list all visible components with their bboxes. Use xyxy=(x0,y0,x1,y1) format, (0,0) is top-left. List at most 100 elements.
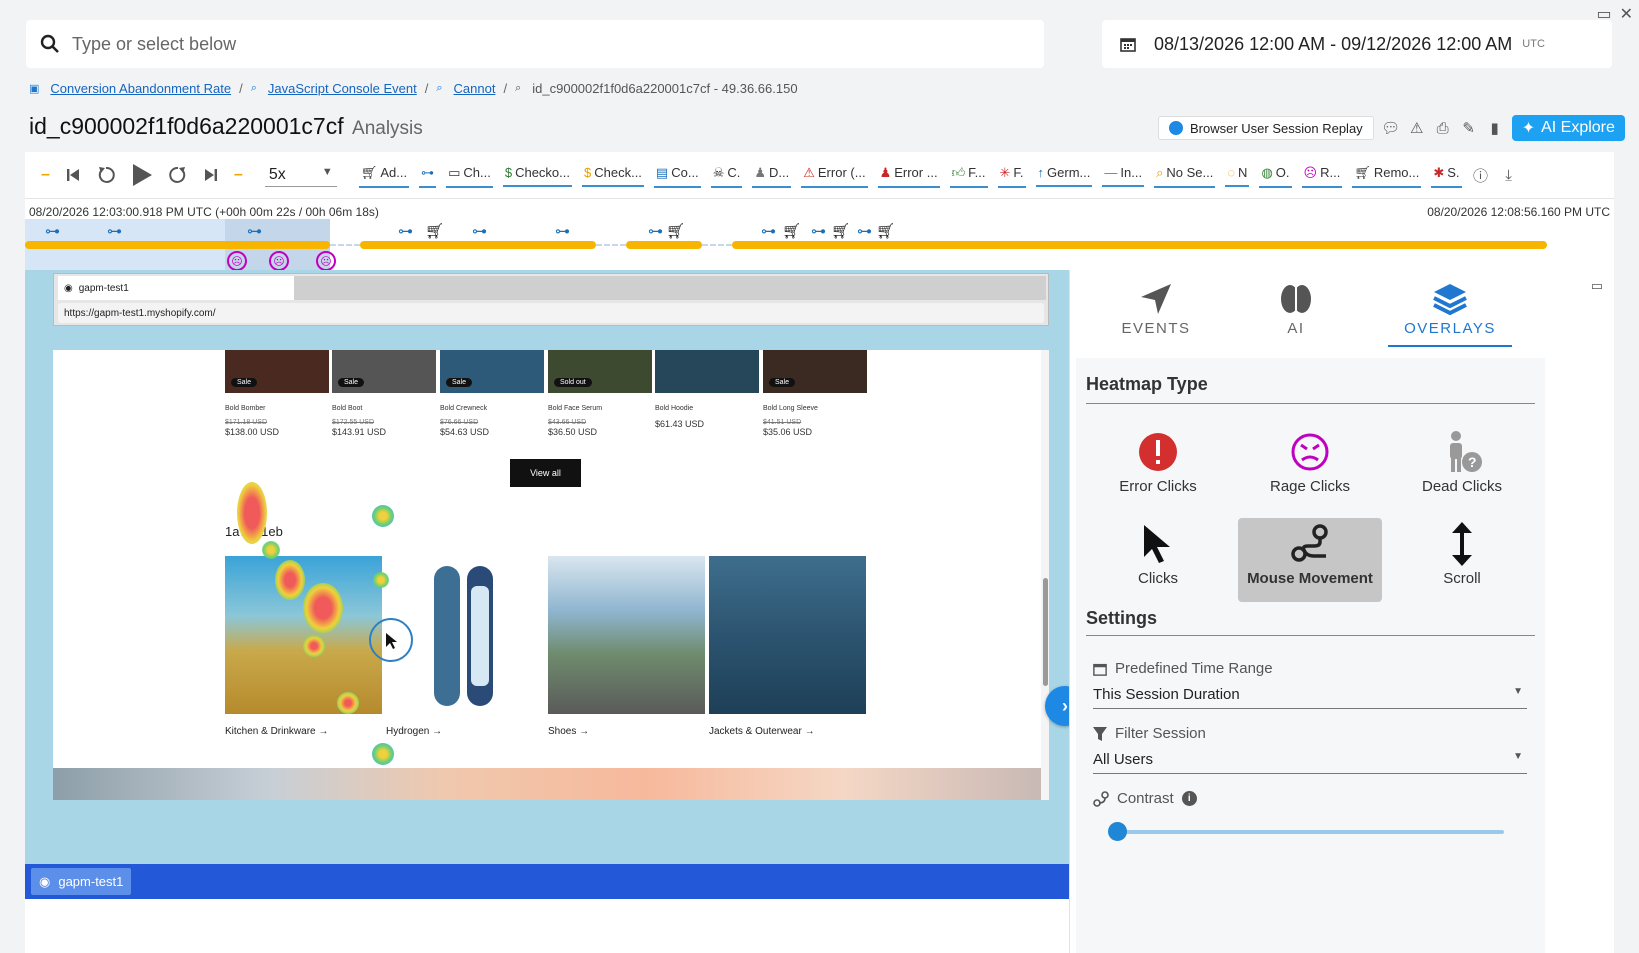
navigation-event-icon[interactable]: ⊶ xyxy=(247,222,262,240)
event-filter-checkout[interactable]: $ Checko... xyxy=(502,163,572,187)
navigation-event-icon[interactable]: ⊶ xyxy=(107,222,122,240)
navigation-event-icon[interactable]: ⊶ xyxy=(648,222,663,240)
cart-event-icon[interactable]: 🛒︎ xyxy=(782,222,801,240)
cart-event-icon[interactable]: 🛒︎ xyxy=(876,222,895,240)
download-icon[interactable]: ⤓ xyxy=(1500,166,1518,184)
browser-session-replay-button[interactable]: Browser User Session Replay xyxy=(1158,116,1374,140)
event-filter-check[interactable]: $ Check... xyxy=(582,163,644,187)
event-filter-add-to-cart[interactable]: 🛒︎ Ad... xyxy=(358,163,410,188)
event-filter-c[interactable]: ☠ C. xyxy=(710,163,743,188)
filter-session-select[interactable]: All Users ▼ xyxy=(1093,751,1527,774)
event-filter-f-b[interactable]: ✳ F. xyxy=(997,163,1026,188)
breadcrumb-item-conversion[interactable]: Conversion Abandonment Rate xyxy=(50,81,231,96)
event-filter-dead[interactable]: ♟ D... xyxy=(752,163,792,188)
step-back-marker[interactable]: – xyxy=(41,166,50,184)
print-icon[interactable]: ⎙ xyxy=(1434,119,1452,137)
event-filter-f-a[interactable]: 👍︎ F... xyxy=(949,163,988,188)
time-range-select[interactable]: This Session Duration ▼ xyxy=(1093,686,1527,709)
product-card: Sale Bold Long Sleeve $41.51 USD $35.06 USD xyxy=(763,350,867,437)
product-badge: Sale xyxy=(231,378,258,387)
event-filter-chat[interactable]: ▭ Ch... xyxy=(446,163,493,188)
tab-events[interactable]: EVENTS xyxy=(1094,278,1218,337)
page-scrollbar[interactable] xyxy=(1041,350,1049,800)
step-forward-marker[interactable]: – xyxy=(234,166,243,184)
product-card: Sold out Bold Face Serum $43.66 USD $36.50 … xyxy=(548,350,652,437)
restart-icon[interactable] xyxy=(96,165,116,185)
event-filter-rage[interactable]: ☹ R... xyxy=(1301,163,1343,188)
navigation-event-icon[interactable]: ⊶ xyxy=(45,222,60,240)
rage-click-icon[interactable]: ☹ xyxy=(227,251,247,271)
contrast-slider-thumb[interactable] xyxy=(1108,822,1127,841)
rage-click-icon[interactable]: ☹ xyxy=(269,251,289,271)
info-icon[interactable]: ⓘ xyxy=(1472,166,1490,185)
timeline-end-time: 08/20/2026 12:08:56.160 PM UTC xyxy=(1427,205,1610,219)
ai-explore-button[interactable]: ✦ AI Explore xyxy=(1511,115,1625,141)
scrollbar-thumb[interactable] xyxy=(1043,578,1048,686)
heatmap-option-error-clicks[interactable]: Error Clicks xyxy=(1086,426,1230,510)
warning-icon[interactable]: ⚠ xyxy=(1408,119,1426,137)
page-tab[interactable]: ◉ gapm-test1 xyxy=(31,868,132,895)
timeline-segment[interactable] xyxy=(626,241,702,249)
replay-viewport[interactable]: ◉ gapm-test1 https://gapm-test1.myshopif… xyxy=(25,270,1069,864)
breadcrumb-item-cannot[interactable]: Cannot xyxy=(454,81,496,96)
minimize-panel-icon[interactable]: ▭ xyxy=(1591,278,1603,294)
event-filter-germ[interactable]: ↑ Germ... xyxy=(1035,163,1093,187)
date-range-picker[interactable]: 08/13/2026 12:00 AM - 09/12/2026 12:00 A… xyxy=(1102,20,1612,68)
edit-icon[interactable]: ✎ xyxy=(1460,119,1478,137)
navigation-event-icon[interactable]: ⊶ xyxy=(398,222,413,240)
navigation-event-icon[interactable]: ⊶ xyxy=(472,222,487,240)
window-restore-icon[interactable]: ▭ xyxy=(1596,4,1611,24)
navigation-event-icon[interactable]: ⊶ xyxy=(857,222,872,240)
tab-overlays[interactable]: OVERLAYS xyxy=(1388,278,1512,347)
heatmap-option-clicks[interactable]: Clicks xyxy=(1086,518,1230,602)
speed-select[interactable]: 5x ▼ xyxy=(264,164,337,187)
heatmap-option-scroll[interactable]: Scroll xyxy=(1390,518,1534,602)
cart-event-icon[interactable]: 🛒︎ xyxy=(831,222,850,240)
event-label: Error (... xyxy=(817,165,866,180)
event-filter-in[interactable]: — In... xyxy=(1102,163,1145,187)
navigation-event-icon[interactable]: ⊶ xyxy=(555,222,570,240)
timeline-start-time: 08/20/2026 12:03:00.918 PM UTC (+00h 00m… xyxy=(29,205,379,219)
skull-icon: ☠ xyxy=(712,164,725,180)
event-filter-s[interactable]: ✱ S. xyxy=(1431,163,1462,188)
event-filter-o[interactable]: ◍ O. xyxy=(1259,163,1292,188)
cursor-icon xyxy=(386,633,397,649)
redo-icon[interactable] xyxy=(168,165,188,185)
play-icon[interactable] xyxy=(131,163,153,187)
tab-ai[interactable]: AI xyxy=(1234,278,1358,337)
heatmap-type-heading: Heatmap Type xyxy=(1086,374,1535,404)
time-range-label: Predefined Time Range xyxy=(1093,660,1273,677)
search-input[interactable] xyxy=(72,33,972,55)
comment-icon[interactable]: 💬︎ xyxy=(1381,119,1400,137)
event-filter-n[interactable]: ◌ N xyxy=(1225,163,1250,187)
bookmark-icon[interactable]: ▮ xyxy=(1486,119,1504,137)
product-image: Sale xyxy=(763,350,867,393)
event-filter-navigation[interactable]: ⊶ xyxy=(419,163,437,188)
heatmap-option-dead-clicks[interactable]: ? Dead Clicks xyxy=(1390,426,1534,510)
timeline-gap xyxy=(596,244,626,246)
search-bar[interactable] xyxy=(26,20,1044,68)
contrast-slider-track[interactable] xyxy=(1116,830,1504,834)
event-filter-co[interactable]: ▤ Co... xyxy=(653,163,701,188)
event-filter-error-a[interactable]: ⚠ Error (... xyxy=(801,163,868,188)
event-filter-error-b[interactable]: ♟ Error ... xyxy=(877,163,940,188)
skip-end-icon[interactable] xyxy=(203,167,219,183)
timeline-segment[interactable] xyxy=(360,241,596,249)
rage-click-icon[interactable]: ☹ xyxy=(316,251,336,271)
skip-start-icon[interactable] xyxy=(65,167,81,183)
product-price: $61.43 USD xyxy=(655,419,705,429)
navigation-event-icon[interactable]: ⊶ xyxy=(811,222,826,240)
cart-event-icon[interactable]: 🛒︎ xyxy=(666,222,685,240)
heatmap-option-rage-clicks[interactable]: Rage Clicks xyxy=(1238,426,1382,510)
breadcrumb-item-js-console[interactable]: JavaScript Console Event xyxy=(268,81,417,96)
info-icon[interactable]: i xyxy=(1181,791,1197,806)
cart-event-icon[interactable]: 🛒︎ xyxy=(425,222,444,240)
navigation-event-icon[interactable]: ⊶ xyxy=(761,222,776,240)
event-filter-remove[interactable]: 🛒︎ Remo... xyxy=(1352,163,1422,188)
heatmap-option-mouse-movement[interactable]: Mouse Movement xyxy=(1238,518,1382,602)
timeline-segment[interactable] xyxy=(25,241,330,249)
event-filter-no-search[interactable]: ⌕ No Se... xyxy=(1154,163,1216,188)
heatmap-hotspot xyxy=(337,692,359,714)
close-icon[interactable]: ✕ xyxy=(1620,4,1633,24)
timeline-segment[interactable] xyxy=(732,241,1547,249)
